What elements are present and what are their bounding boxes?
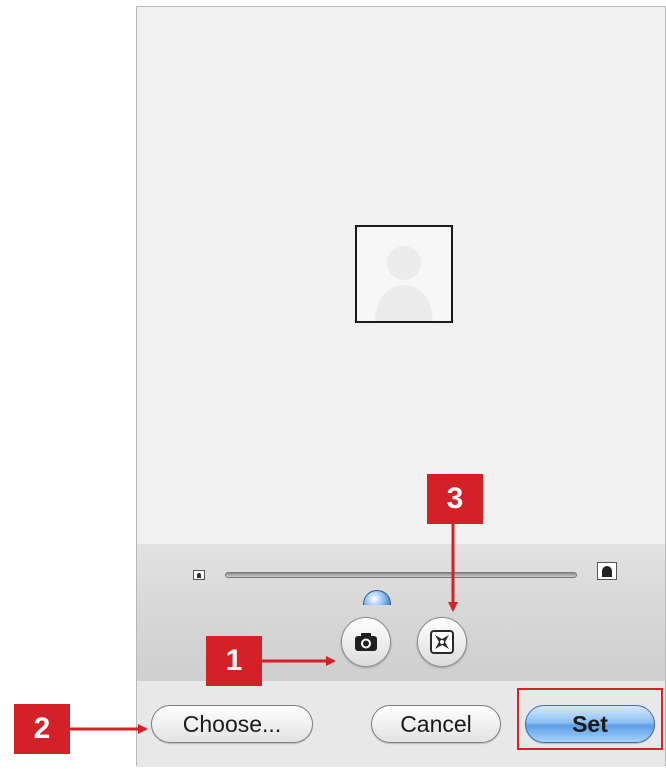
callout-1: 1 bbox=[206, 636, 262, 686]
effects-button[interactable] bbox=[417, 617, 467, 667]
callout-3: 3 bbox=[427, 474, 483, 524]
picture-preview-area bbox=[137, 7, 665, 545]
callout-2: 2 bbox=[14, 704, 70, 754]
photo-placeholder[interactable] bbox=[355, 225, 453, 323]
take-photo-button[interactable] bbox=[341, 617, 391, 667]
zoom-out-person-icon bbox=[193, 570, 205, 580]
person-silhouette-icon bbox=[357, 227, 451, 321]
zoom-slider[interactable] bbox=[225, 572, 577, 618]
cancel-button[interactable]: Cancel bbox=[371, 705, 501, 743]
choose-button[interactable]: Choose... bbox=[151, 705, 313, 743]
set-button-highlight bbox=[517, 688, 663, 750]
zoom-in-person-icon bbox=[597, 562, 617, 580]
zoom-bar bbox=[137, 544, 665, 618]
camera-icon bbox=[355, 633, 377, 651]
effects-icon bbox=[430, 630, 454, 654]
